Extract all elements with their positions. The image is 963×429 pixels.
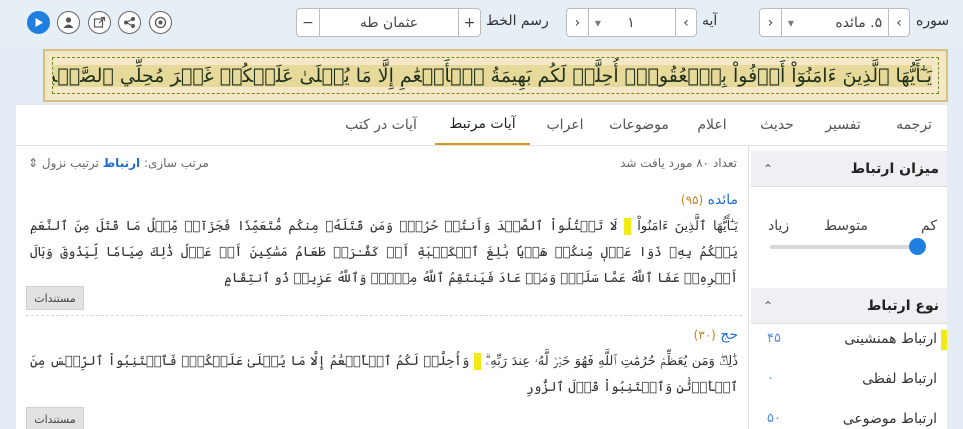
type-item-count: ۵۰ [767, 411, 781, 426]
play-button[interactable] [27, 11, 50, 34]
result-item: حج (۳۰) ذَٰلِكَۖ وَمَن يُعَظِّمۡ حُرُمَٰ… [26, 323, 742, 429]
results-header: تعداد ۸۰ مورد یافت شد مرتب سازی: ارتباط … [16, 146, 749, 180]
target-button[interactable] [149, 11, 172, 34]
toolbar: سوره › ▾ ۵. مائده ‹ آیه › ▾ ۱ ‹ رسم الخط… [0, 0, 963, 46]
share-icon [124, 17, 135, 28]
tab-translation[interactable]: ترجمه [881, 105, 947, 145]
result-number: (۳۰) [693, 328, 716, 342]
relevance-low-label: کم [921, 218, 937, 234]
sort-label: مرتب سازی: [143, 156, 209, 170]
highlight-marker [623, 218, 631, 235]
main-panel: ترجمه تفسیر حدیث اعلام موضوعات اعراب آیا… [16, 104, 947, 429]
chevron-up-icon: ⌃ [763, 161, 774, 176]
surah-next-button[interactable]: › [760, 9, 781, 36]
relevance-slider-track[interactable] [770, 245, 913, 249]
share-button[interactable] [118, 11, 141, 34]
type-item-thematic[interactable]: ارتباط موضوعی ۵۰ [751, 405, 947, 429]
results-count: تعداد ۸۰ مورد یافت شد [620, 156, 737, 170]
font-increase-button[interactable]: + [458, 9, 480, 36]
type-item-cooccurrence[interactable]: ارتباط همنشینی ۴۵ [751, 325, 947, 355]
target-icon [154, 16, 167, 29]
relevance-high-label: زیاد [768, 218, 790, 234]
result-title[interactable]: حج (۳۰) [694, 327, 738, 343]
font-decrease-button[interactable]: − [297, 9, 319, 36]
result-verse-text[interactable]: ذَٰلِكَۖ وَمَن يُعَظِّمۡ حُرُمَٰتِ ٱللَّ… [30, 349, 738, 401]
external-link-icon [93, 16, 106, 28]
relevance-slider-handle[interactable] [909, 238, 926, 255]
surah-dropdown[interactable]: ▾ ۵. مائده [780, 9, 888, 36]
verse-text[interactable]: يَـٰٓأَيُّهَا ٱلَّذِينَ ءَامَنُوٓاْ أَوۡ… [53, 64, 938, 87]
type-item-count: ۴۵ [767, 331, 781, 346]
tab-topics[interactable]: موضوعات [599, 105, 679, 145]
filter-sidebar: میزان ارتباط ⌃ کم متوسط زیاد نوع ارتباط … [751, 151, 947, 429]
verse-part: لَا تَقۡتُلُواْ ٱلصَّيۡدَ وَأَنتُمۡ حُرُ… [30, 219, 738, 286]
verse-frame: يَـٰٓأَيُّهَا ٱلَّذِينَ ءَامَنُوٓاْ أَوۡ… [52, 57, 939, 94]
results-panel: تعداد ۸۰ مورد یافت شد مرتب سازی: ارتباط … [16, 146, 749, 429]
documents-button[interactable]: مستندات [26, 407, 84, 429]
result-verse-text[interactable]: يَـٰٓأَيُّهَا ٱلَّذِينَ ءَامَنُواْ لَا ت… [30, 214, 738, 292]
type-item-label: ارتباط لفظی [862, 371, 937, 387]
sort-arrows-icon[interactable]: ⇕ [28, 156, 38, 170]
ayah-dropdown[interactable]: ▾ ۱ [587, 9, 675, 36]
verse-banner: يَـٰٓأَيُّهَا ٱلَّذِينَ ءَامَنُوٓاْ أَوۡ… [43, 49, 948, 102]
ayah-prev-button[interactable]: ‹ [675, 9, 696, 36]
verse-arabic: يَـٰٓأَيُّهَا ٱلَّذِينَ ءَامَنُوٓاْ أَوۡ… [53, 64, 932, 87]
script-label: رسم الخط [486, 13, 549, 29]
ayah-label: آیه [702, 13, 718, 29]
chevron-up-icon: ⌃ [763, 298, 774, 313]
script-selector[interactable]: − عثمان طه + [296, 8, 481, 37]
type-item-lexical[interactable]: ارتباط لفظی ۰ [751, 365, 947, 395]
sort-option-revelation[interactable]: ترتیب نزول [42, 156, 99, 170]
surah-value: ۵. مائده [835, 14, 883, 31]
surah-prev-button[interactable]: ‹ [888, 9, 909, 36]
result-number: (۹۵) [680, 193, 704, 207]
surah-selector[interactable]: › ▾ ۵. مائده ‹ [759, 8, 910, 37]
ayah-next-button[interactable]: › [567, 9, 588, 36]
verse-part: يَـٰٓأَيُّهَا ٱلَّذِينَ ءَامَنُواْ [637, 219, 738, 234]
documents-button[interactable]: مستندات [26, 286, 84, 310]
ayah-selector[interactable]: › ▾ ۱ ‹ [566, 8, 697, 37]
relevance-header[interactable]: میزان ارتباط ⌃ [751, 151, 947, 187]
result-surah: حج [720, 327, 738, 343]
type-item-label: ارتباط موضوعی [842, 411, 937, 427]
chevron-down-icon: ▾ [787, 15, 794, 30]
sort-option-relevance[interactable]: ارتباط [103, 156, 140, 170]
tab-grammar[interactable]: اعراب [535, 105, 595, 145]
result-item: مائده (۹۵) يَـٰٓأَيُّهَا ٱلَّذِينَ ءَامَ… [26, 188, 742, 316]
result-title[interactable]: مائده (۹۵) [681, 192, 738, 208]
highlight-marker [941, 330, 947, 350]
play-icon [35, 18, 43, 27]
tab-hadith[interactable]: حدیث [747, 105, 807, 145]
highlight-marker [473, 353, 481, 370]
chevron-down-icon: ▾ [594, 15, 601, 30]
surah-label: سوره [916, 13, 950, 29]
type-item-count: ۰ [767, 371, 774, 386]
tab-notables[interactable]: اعلام [683, 105, 741, 145]
type-title: نوع ارتباط [866, 297, 939, 314]
reciter-button[interactable] [57, 11, 80, 34]
result-surah: مائده [707, 192, 738, 208]
type-header[interactable]: نوع ارتباط ⌃ [751, 288, 947, 324]
verse-part: ذَٰلِكَۖ وَمَن يُعَظِّمۡ حُرُمَٰتِ ٱللَّ… [485, 354, 738, 369]
tab-verses-in-books[interactable]: آیات در کتب [331, 105, 431, 145]
relevance-mid-label: متوسط [824, 218, 868, 234]
user-icon [63, 17, 74, 28]
tab-tafsir[interactable]: تفسیر [811, 105, 875, 145]
relevance-title: میزان ارتباط [850, 160, 939, 177]
script-value: عثمان طه [319, 9, 458, 36]
type-item-label: ارتباط همنشینی [844, 331, 937, 347]
external-link-button[interactable] [88, 11, 111, 34]
sort-control: مرتب سازی: ارتباط ترتیب نزول ⇕ [28, 156, 209, 170]
ayah-value: ۱ [627, 14, 635, 31]
tab-related-verses[interactable]: آیات مرتبط [435, 105, 530, 145]
tab-bar: ترجمه تفسیر حدیث اعلام موضوعات اعراب آیا… [16, 105, 947, 146]
